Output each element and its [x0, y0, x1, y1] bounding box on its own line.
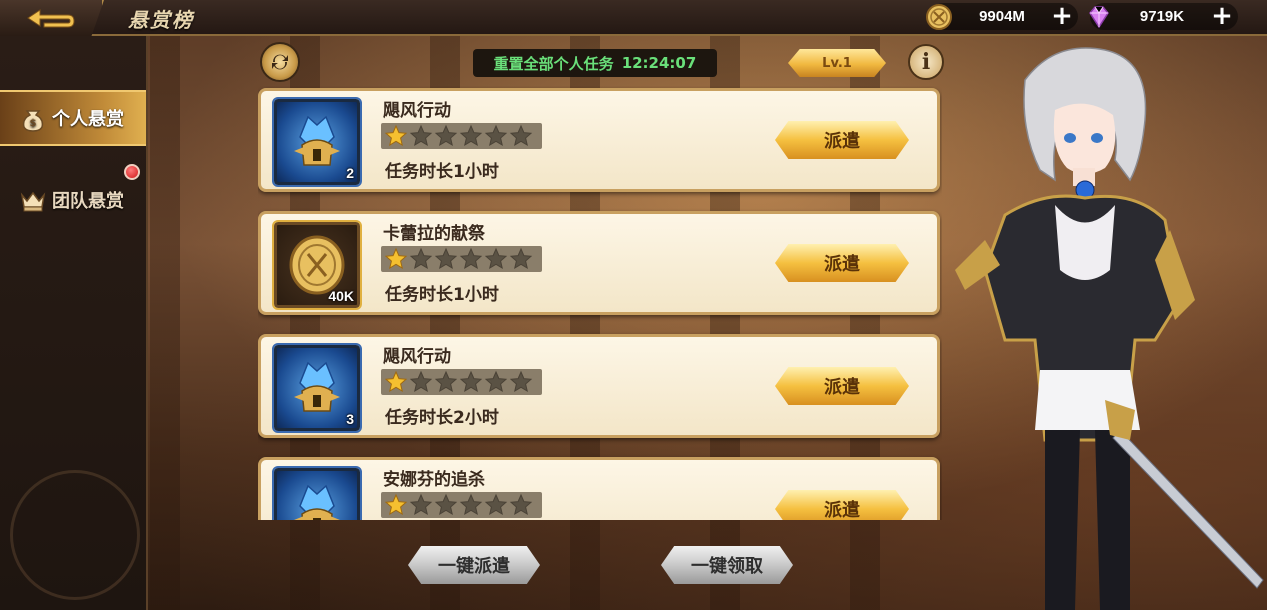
star-empty-icon — [409, 247, 433, 270]
star-empty-icon — [484, 370, 508, 393]
star-empty-icon — [409, 124, 433, 147]
decorative-emblem — [10, 470, 140, 600]
task-card: 安娜芬的追杀派遣 — [258, 457, 940, 520]
refresh-button[interactable] — [260, 42, 300, 82]
task-card: 40K 卡蕾拉的献祭 任务时长1小时 派遣 — [258, 211, 940, 315]
reward-count: 2 — [346, 165, 354, 181]
star-empty-icon — [459, 370, 483, 393]
star-empty-icon — [459, 247, 483, 270]
back-button[interactable] — [0, 0, 104, 36]
star-filled-icon — [384, 247, 408, 270]
crown-icon — [20, 191, 46, 212]
reward-item[interactable]: 2 — [272, 97, 362, 187]
page-title: 悬赏榜 — [128, 8, 194, 32]
task-name: 卡蕾拉的献祭 — [383, 224, 485, 244]
notification-badge — [124, 164, 140, 180]
diamond-amount: 9719K — [1139, 8, 1185, 25]
star-empty-icon — [409, 370, 433, 393]
reward-item[interactable]: 3 — [272, 343, 362, 433]
gold-amount: 9904M — [979, 8, 1025, 25]
star-empty-icon — [484, 124, 508, 147]
task-duration: 任务时长1小时 — [385, 162, 499, 182]
star-empty-icon — [434, 124, 458, 147]
add-diamond-button[interactable]: + — [1210, 3, 1234, 29]
character-illustration — [955, 47, 1264, 610]
dispatch-button[interactable]: 派遣 — [775, 244, 909, 282]
star-empty-icon — [459, 124, 483, 147]
star-rating — [381, 246, 542, 272]
task-card: 2 飓风行动任务时长1小时 派遣 — [258, 88, 940, 192]
star-empty-icon — [459, 493, 483, 516]
svg-text:$: $ — [30, 118, 37, 129]
diamond-currency: 9719K + — [1089, 3, 1238, 30]
star-empty-icon — [509, 493, 533, 516]
star-empty-icon — [484, 493, 508, 516]
star-empty-icon — [484, 247, 508, 270]
dispatch-button[interactable]: 派遣 — [775, 367, 909, 405]
sidebar: $ 个人悬赏 团队悬赏 — [0, 36, 148, 610]
tab-personal-bounty-label: 个人悬赏 — [52, 109, 124, 130]
star-filled-icon — [384, 493, 408, 516]
reward-count: 40K — [328, 288, 354, 304]
task-card: 3 飓风行动任务时长2小时 派遣 — [258, 334, 940, 438]
dispatch-all-button[interactable]: 一键派遣 — [408, 546, 540, 584]
level-badge[interactable]: Lv.1 — [788, 49, 886, 77]
money-bag-icon: $ — [22, 110, 44, 132]
reward-item[interactable] — [272, 466, 362, 520]
tab-personal-bounty[interactable]: $ 个人悬赏 — [0, 90, 146, 146]
back-arrow-icon — [27, 9, 75, 28]
task-name: 飓风行动 — [383, 101, 451, 121]
star-empty-icon — [509, 124, 533, 147]
star-empty-icon — [434, 370, 458, 393]
star-empty-icon — [434, 493, 458, 516]
star-rating — [381, 123, 542, 149]
reset-timer: 12:24:07 — [621, 54, 697, 72]
star-filled-icon — [384, 124, 408, 147]
diamond-icon — [1089, 5, 1109, 28]
star-rating — [381, 492, 542, 518]
gold-currency: 9904M + — [926, 3, 1078, 30]
star-filled-icon — [384, 370, 408, 393]
reward-item[interactable]: 40K — [272, 220, 362, 310]
task-name: 飓风行动 — [383, 347, 451, 367]
blue-crystal-helmet-icon — [294, 484, 340, 520]
task-list[interactable]: 2 飓风行动 任务时长1小时 派遣 40K 卡蕾拉的献祭 任务时长1小时 派遣 3 飓风行动 任务时… — [258, 86, 942, 520]
task-duration: 任务时长1小时 — [385, 285, 499, 305]
tab-team-bounty-label: 团队悬赏 — [52, 191, 124, 212]
dispatch-button[interactable]: 派遣 — [775, 121, 909, 159]
task-duration: 任务时长2小时 — [385, 408, 499, 428]
star-empty-icon — [509, 247, 533, 270]
top-bar: 悬赏榜 9904M + 9719K + — [0, 0, 1267, 36]
tab-team-bounty[interactable]: 团队悬赏 — [0, 172, 146, 228]
add-gold-button[interactable]: + — [1050, 3, 1074, 29]
info-button[interactable]: i — [908, 44, 944, 80]
reset-timer-banner: 重置全部个人任务 12:24:07 — [473, 49, 717, 77]
star-empty-icon — [434, 247, 458, 270]
refresh-icon — [272, 54, 288, 70]
coin-icon — [926, 3, 952, 30]
task-name: 安娜芬的追杀 — [383, 470, 485, 490]
reward-count: 3 — [346, 411, 354, 427]
blue-crystal-helmet-icon — [294, 361, 340, 412]
dispatch-button[interactable]: 派遣 — [775, 490, 909, 520]
claim-all-button[interactable]: 一键领取 — [661, 546, 793, 584]
star-rating — [381, 369, 542, 395]
blue-crystal-helmet-icon — [294, 115, 340, 166]
star-empty-icon — [409, 493, 433, 516]
reset-label: 重置全部个人任务 — [493, 54, 614, 73]
star-empty-icon — [509, 370, 533, 393]
